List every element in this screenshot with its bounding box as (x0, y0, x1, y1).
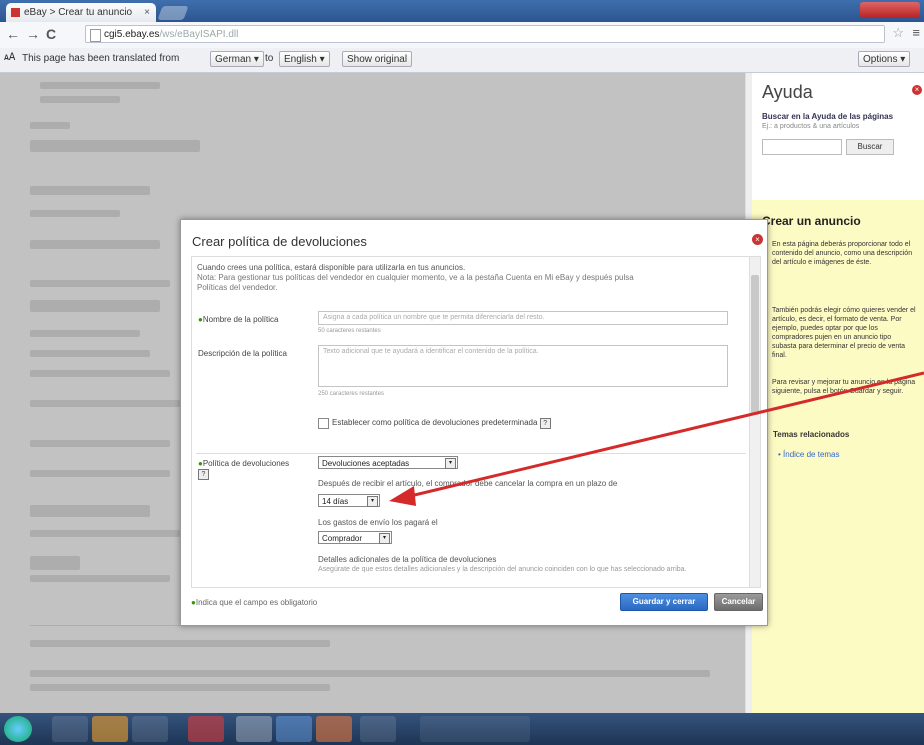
bookmark-star-icon[interactable]: ☆ (892, 25, 904, 41)
default-policy-checkbox[interactable] (318, 418, 329, 429)
return-policy-select[interactable]: Devoluciones aceptadas ▾ (318, 456, 458, 469)
start-button-icon[interactable] (4, 716, 32, 742)
outlook-taskbar-icon[interactable] (92, 716, 128, 742)
help-title: Ayuda (762, 82, 813, 102)
browser-tab[interactable]: eBay > Crear tu anuncio × (6, 3, 156, 22)
dialog-body: Cuando crees una política, estará dispon… (191, 256, 761, 588)
new-tab-button[interactable] (157, 6, 189, 20)
translate-message: This page has been translated from (22, 53, 180, 64)
chrome-taskbar-icon[interactable] (236, 716, 272, 742)
dialog-note-cont: Políticas del vendedor. (197, 283, 278, 292)
dialog-intro: Cuando crees una política, estará dispon… (197, 263, 466, 272)
help-question-icon[interactable]: ? (539, 418, 551, 429)
policy-description-counter: 250 caracteres restantes (318, 391, 385, 397)
help-search-button[interactable]: Buscar (846, 139, 894, 155)
translate-to-label: to (265, 53, 274, 64)
forward-arrow-icon[interactable]: → (26, 26, 40, 42)
ebay-favicon-icon (11, 8, 20, 17)
windows-taskbar (0, 713, 924, 745)
menu-icon[interactable]: ≡ (912, 25, 920, 40)
section-divider (196, 453, 746, 454)
shipping-cost-select[interactable]: Comprador ▾ (318, 531, 392, 544)
reload-icon[interactable]: C (46, 26, 56, 42)
dialog-title: Crear política de devoluciones (192, 234, 367, 249)
url-path: /ws/eBayISAPI.dll (159, 29, 239, 40)
cancel-button[interactable]: Cancelar (714, 593, 763, 611)
policy-description-textarea[interactable]: Texto adicional que te ayudará a identif… (318, 345, 728, 387)
help-paragraph: Para revisar y mejorar tu anuncio en la … (772, 379, 916, 395)
help-close-icon[interactable]: × (912, 85, 922, 95)
app-taskbar-icon[interactable] (360, 716, 396, 742)
source-language-select[interactable]: German ▾ (210, 51, 264, 67)
return-policy-label: ●Política de devoluciones ? (198, 459, 290, 480)
system-tray (500, 719, 830, 739)
back-arrow-icon[interactable]: ← (6, 26, 20, 42)
translate-options-button[interactable]: Options ▾ (858, 51, 911, 67)
policy-name-label: ●Nombre de la política (198, 315, 279, 324)
dropdown-arrow-icon: ▾ (445, 458, 456, 469)
return-policy-dialog: Crear política de devoluciones × Cuando … (180, 219, 768, 626)
save-and-close-button[interactable]: Guardar y cerrar (620, 593, 708, 611)
dialog-scrollbar-thumb[interactable] (751, 275, 759, 415)
dropdown-arrow-icon: ▾ (379, 533, 390, 544)
powerpoint-taskbar-icon[interactable] (316, 716, 352, 742)
details-hint: Asegúrate de que estos detalles adiciona… (318, 566, 687, 573)
page-icon (90, 29, 101, 42)
app-taskbar-icon[interactable] (188, 716, 224, 742)
shipping-cost-label: Los gastos de envío los pagará el (318, 518, 438, 527)
help-related-link[interactable]: • Índice de temas (778, 450, 840, 459)
address-bar[interactable]: cgi5.ebay.es/ws/eBayISAPI.dll (85, 25, 885, 43)
help-search-label: Buscar en la Ayuda de las páginas (762, 112, 894, 121)
ie-taskbar-icon[interactable] (52, 716, 88, 742)
dropdown-arrow-icon: ▾ (367, 496, 378, 507)
tab-strip: eBay > Crear tu anuncio × (0, 0, 924, 22)
browser-toolbar: ← → C cgi5.ebay.es/ws/eBayISAPI.dll ☆ ≡ (0, 22, 924, 49)
help-paragraph: En esta página deberás proporcionar todo… (772, 241, 913, 266)
dialog-note: Nota: Para gestionar tus políticas del v… (197, 273, 634, 282)
details-label: Detalles adicionales de la política de d… (318, 555, 497, 564)
policy-description-label: Descripción de la política (198, 349, 287, 358)
default-policy-label: Establecer como política de devoluciones… (332, 418, 551, 429)
return-period-select[interactable]: 14 días ▾ (318, 494, 380, 507)
help-search-hint: Ej.: a productos & una artículos (762, 123, 860, 130)
window-controls[interactable] (860, 2, 920, 18)
policy-name-counter: 50 caracteres restantes (318, 328, 381, 334)
help-question-icon[interactable]: ? (198, 469, 209, 480)
url-host: cgi5.ebay.es (104, 29, 160, 40)
return-period-text: Después de recibir el artículo, el compr… (318, 479, 618, 488)
translate-bar: 🗚 This page has been translated from Ger… (0, 48, 924, 73)
help-search-input[interactable] (762, 139, 842, 155)
translate-icon: 🗚 (4, 52, 16, 63)
explorer-taskbar-icon[interactable] (132, 716, 168, 742)
dialog-close-icon[interactable]: × (752, 234, 763, 245)
tab-close-icon[interactable]: × (144, 3, 150, 22)
tab-title: eBay > Crear tu anuncio (24, 7, 133, 18)
app-taskbar-icon[interactable] (276, 716, 312, 742)
help-heading: Crear un anuncio (762, 214, 861, 228)
dialog-scrollbar[interactable] (749, 257, 760, 587)
target-language-select[interactable]: English ▾ (279, 51, 330, 67)
policy-name-input[interactable]: Asigna a cada política un nombre que te … (318, 311, 728, 325)
show-original-button[interactable]: Show original (342, 51, 413, 67)
help-paragraph: También podrás elegir cómo quieres vende… (772, 307, 916, 359)
help-related-heading: Temas relacionados (773, 430, 850, 439)
required-field-note: ●Indica que el campo es obligatorio (191, 598, 318, 607)
